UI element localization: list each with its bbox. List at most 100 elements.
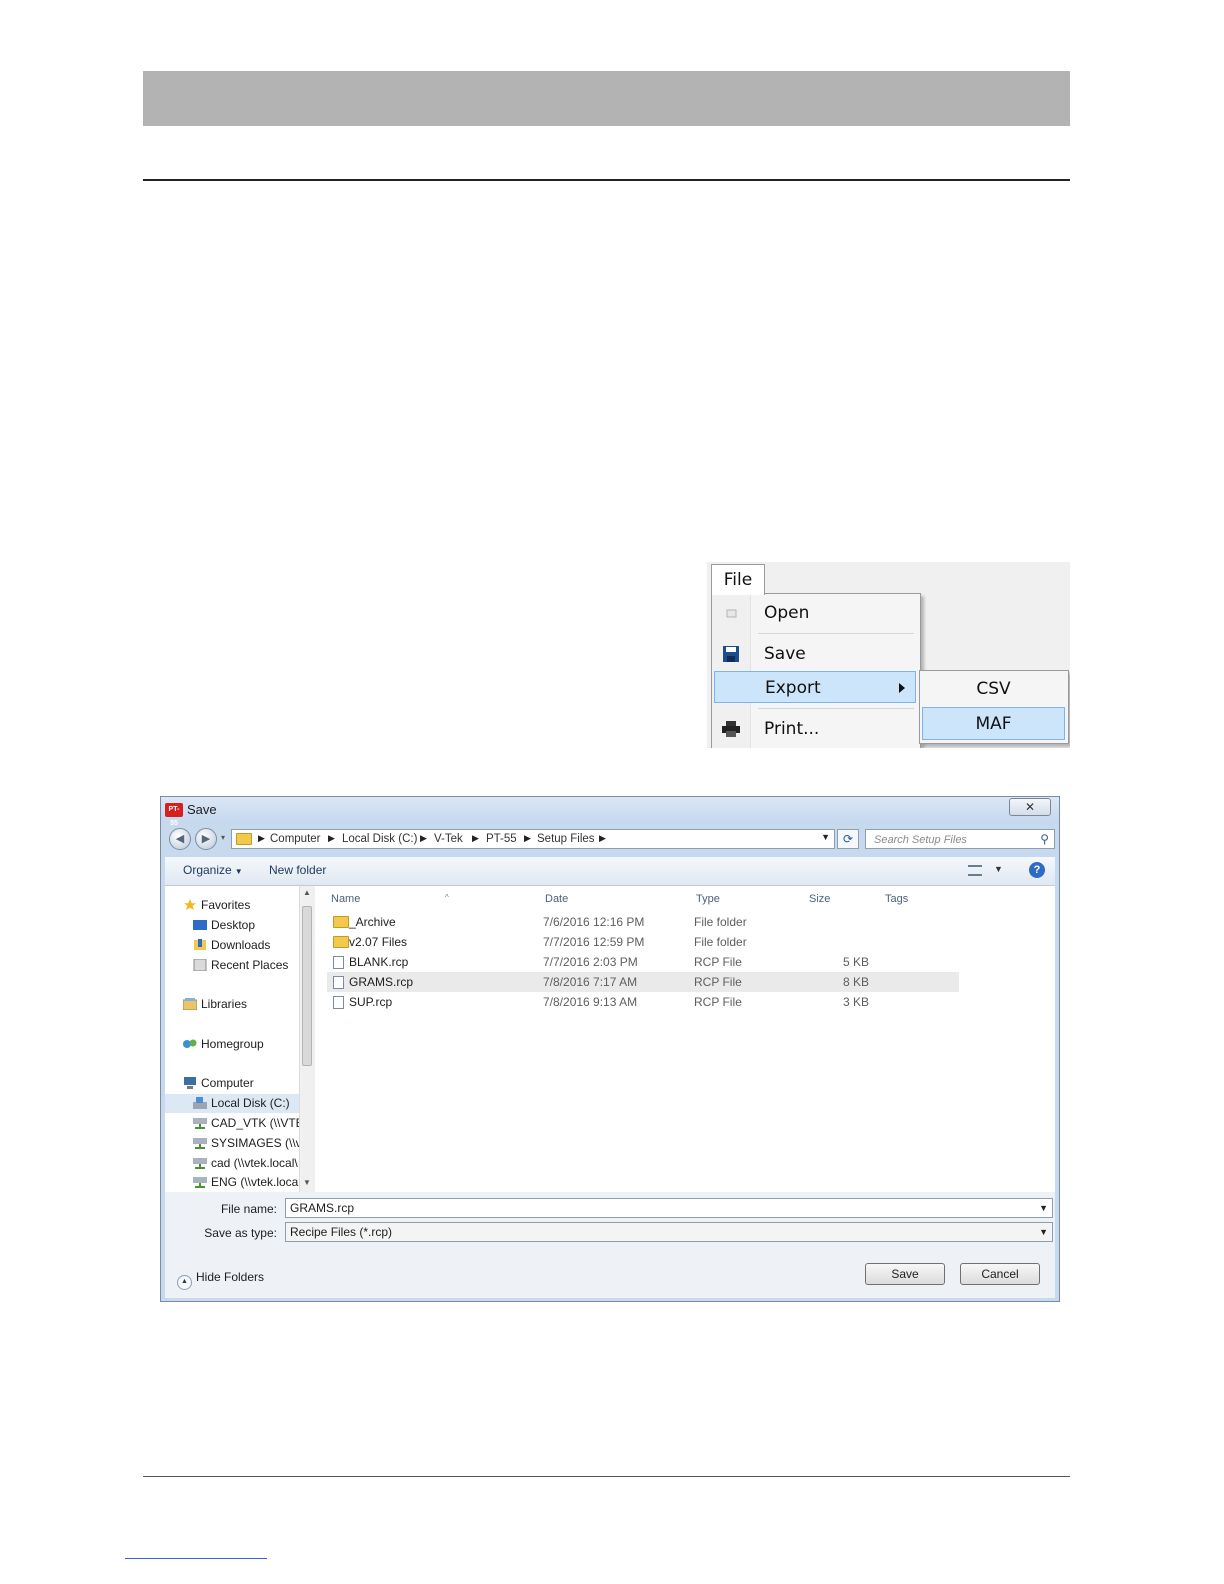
file-name: BLANK.rcp <box>349 955 409 969</box>
cancel-button[interactable]: Cancel <box>960 1263 1040 1285</box>
breadcrumb-computer[interactable]: Computer <box>270 833 321 845</box>
nav-item-recent-places[interactable]: Recent Places <box>165 956 299 975</box>
file-menu-dropdown: Open Save Export Print... <box>711 593 921 748</box>
file-row-selected[interactable]: GRAMS.rcp 7/8/2016 7:17 AM RCP File 8 KB <box>327 972 959 992</box>
menu-item-export[interactable]: Export <box>714 671 916 703</box>
nav-item-label: Computer <box>201 1076 254 1090</box>
network-drive-icon <box>193 1177 207 1188</box>
nav-item-label: Downloads <box>211 938 271 952</box>
menu-item-open-label: Open <box>764 603 810 623</box>
downloads-icon <box>194 939 206 950</box>
nav-item-downloads[interactable]: Downloads <box>165 936 299 955</box>
file-row[interactable]: v2.07 Files 7/7/2016 12:59 PM File folde… <box>327 932 959 952</box>
column-header-size[interactable]: Size <box>809 893 830 905</box>
close-button[interactable]: ✕ <box>1009 798 1051 816</box>
scroll-up-icon[interactable]: ▲ <box>303 888 311 897</box>
recent-pages-chevron-icon[interactable]: ▾ <box>221 833 225 842</box>
search-input[interactable] <box>872 831 1036 849</box>
file-menu-tab[interactable]: File <box>711 564 765 595</box>
footer-link-underline <box>125 1558 267 1559</box>
save-as-type-value: Recipe Files (*.rcp) <box>290 1225 393 1239</box>
nav-item-network-drive[interactable]: SYSIMAGES (\\vt <box>165 1134 299 1153</box>
file-row[interactable]: SUP.rcp 7/8/2016 9:13 AM RCP File 3 KB <box>327 992 959 1012</box>
breadcrumb-v-tek[interactable]: V-Tek <box>434 833 463 845</box>
nav-item-homegroup[interactable]: Homegroup <box>165 1035 299 1054</box>
organize-label: Organize <box>183 863 232 877</box>
save-dialog: PT-55 Save ✕ ◀ ▶ ▾ ▶ Computer ▶ Local Di… <box>160 796 1060 1302</box>
back-button[interactable]: ◀ <box>169 828 191 850</box>
nav-item-label: Desktop <box>211 918 256 932</box>
nav-item-computer[interactable]: Computer <box>165 1074 299 1093</box>
column-header-type[interactable]: Type <box>696 893 720 905</box>
navigation-scrollbar[interactable]: ▲ ▼ <box>299 886 315 1192</box>
save-as-type-label: Save as type: <box>204 1226 277 1240</box>
submenu-item-maf[interactable]: MAF <box>922 707 1065 740</box>
save-button[interactable]: Save <box>865 1263 945 1285</box>
nav-item-network-drive[interactable]: CAD_VTK (\\VTEI <box>165 1114 299 1133</box>
menu-item-open[interactable]: Open <box>714 597 916 629</box>
network-drive-icon <box>193 1138 207 1149</box>
file-name-value: GRAMS.rcp <box>290 1201 355 1215</box>
sort-ascending-icon: ^ <box>445 893 449 902</box>
new-folder-button[interactable]: New folder <box>269 863 326 877</box>
menu-separator <box>758 708 914 709</box>
nav-item-label: ENG (\\vtek.local <box>211 1175 299 1189</box>
organize-button[interactable]: Organize ▼ <box>183 863 243 877</box>
save-as-type-select[interactable]: Recipe Files (*.rcp) ▼ <box>285 1222 1053 1242</box>
nav-item-label: Homegroup <box>201 1037 264 1051</box>
local-disk-icon <box>193 1097 207 1109</box>
chevron-up-icon: ▲ <box>177 1275 192 1290</box>
nav-item-network-drive[interactable]: cad (\\vtek.local\ <box>165 1154 299 1173</box>
breadcrumb-pt-55[interactable]: PT-55 <box>486 833 517 845</box>
breadcrumb-separator-icon: ▶ <box>472 833 479 843</box>
breadcrumb-separator-icon: ▶ <box>258 833 265 843</box>
nav-item-label: CAD_VTK (\\VTEI <box>211 1116 299 1130</box>
document-icon <box>333 956 344 969</box>
nav-item-label: Local Disk (C:) <box>211 1096 290 1110</box>
nav-item-label: cad (\\vtek.local\ <box>211 1156 298 1170</box>
nav-item-libraries[interactable]: Libraries <box>165 995 299 1014</box>
file-date: 7/7/2016 2:03 PM <box>543 955 638 969</box>
hide-folders-toggle[interactable]: ▲ Hide Folders <box>177 1270 264 1290</box>
column-header-date[interactable]: Date <box>545 893 568 905</box>
printer-icon <box>722 721 740 737</box>
column-header-name[interactable]: Name ^ <box>331 893 449 905</box>
nav-item-favorites[interactable]: Favorites <box>165 896 299 915</box>
scroll-down-icon[interactable]: ▼ <box>303 1178 311 1187</box>
nav-item-label: Recent Places <box>211 958 289 972</box>
file-type: RCP File <box>694 955 742 969</box>
file-row[interactable]: BLANK.rcp 7/7/2016 2:03 PM RCP File 5 KB <box>327 952 959 972</box>
folder-icon <box>236 833 252 845</box>
file-date: 7/6/2016 12:16 PM <box>543 915 645 929</box>
footer-rule <box>143 1476 1070 1477</box>
chevron-down-icon[interactable]: ▼ <box>1039 1199 1048 1217</box>
address-dropdown-icon[interactable]: ▼ <box>821 832 830 842</box>
menu-item-save-label: Save <box>764 644 806 664</box>
header-rule <box>143 179 1070 181</box>
file-name-label: File name: <box>220 1202 277 1216</box>
nav-item-network-drive[interactable]: ENG (\\vtek.local <box>165 1173 299 1192</box>
breadcrumb-local-disk[interactable]: Local Disk (C:) <box>342 833 417 845</box>
address-bar[interactable]: ▶ Computer ▶ Local Disk (C:) ▶ V-Tek ▶ P… <box>231 829 835 849</box>
search-icon[interactable]: ⚲ <box>1040 832 1049 846</box>
view-options-icon[interactable] <box>968 865 982 876</box>
file-size: 8 KB <box>842 975 869 989</box>
submenu-item-csv[interactable]: CSV <box>922 673 1065 706</box>
chevron-down-icon[interactable]: ▼ <box>994 864 1003 874</box>
column-header-tags[interactable]: Tags <box>885 893 908 905</box>
libraries-icon <box>183 998 197 1010</box>
menu-item-print[interactable]: Print... <box>714 713 916 745</box>
forward-button[interactable]: ▶ <box>195 828 217 850</box>
breadcrumb-setup-files[interactable]: Setup Files <box>537 833 595 845</box>
chevron-down-icon[interactable]: ▼ <box>1039 1223 1048 1241</box>
help-icon[interactable]: ? <box>1029 862 1045 878</box>
dialog-title: Save <box>187 802 217 817</box>
nav-item-local-disk[interactable]: Local Disk (C:) <box>165 1094 299 1113</box>
refresh-button[interactable]: ⟳ <box>837 829 859 849</box>
nav-item-desktop[interactable]: Desktop <box>165 916 299 935</box>
scrollbar-thumb[interactable] <box>302 906 312 1066</box>
file-name-field[interactable]: GRAMS.rcp ▼ <box>285 1198 1053 1218</box>
menu-item-save[interactable]: Save <box>714 638 916 670</box>
file-row[interactable]: _Archive 7/6/2016 12:16 PM File folder <box>327 912 959 932</box>
file-type: File folder <box>694 935 747 949</box>
